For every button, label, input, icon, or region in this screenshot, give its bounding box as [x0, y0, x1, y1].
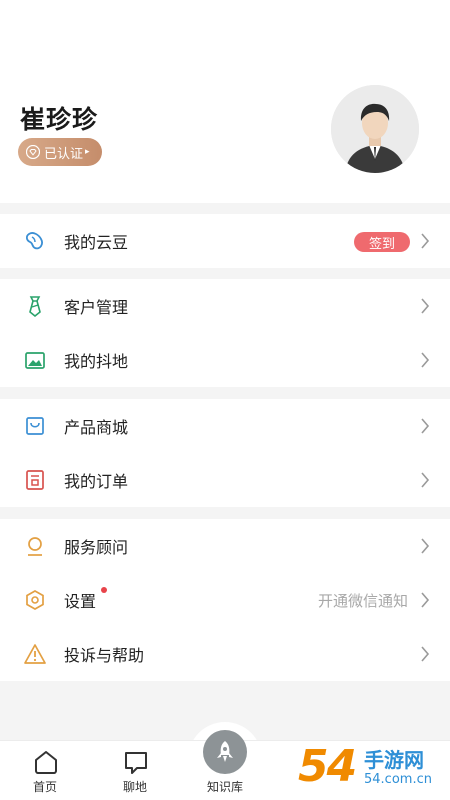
notification-dot: [101, 587, 107, 593]
menu-label-orders: 我的订单: [64, 472, 129, 491]
avatar[interactable]: [331, 85, 419, 173]
chevron-right-icon: [420, 537, 430, 555]
tab-home[interactable]: 首页: [15, 741, 75, 800]
warning-icon: [24, 643, 46, 665]
group-service: 服务顾问 设置 开通微信通知 投诉与帮助: [0, 519, 450, 681]
menu-item-shop[interactable]: 产品商城: [0, 399, 450, 453]
group-beans: 我的云豆 签到: [0, 214, 450, 268]
knowledge-base-button[interactable]: [203, 730, 247, 774]
bag-icon: [24, 415, 46, 437]
caret-right-icon: ▸: [85, 147, 90, 157]
bean-icon: [24, 230, 46, 252]
diamond-icon: [26, 145, 40, 159]
verified-label: 已认证: [44, 146, 84, 162]
watermark-number: 54: [298, 741, 357, 792]
tab-chat[interactable]: 聊地: [105, 741, 165, 800]
menu-label-help: 投诉与帮助: [64, 646, 145, 665]
chevron-right-icon: [420, 471, 430, 489]
site-watermark: 54 手游网 54.com.cn: [298, 742, 450, 800]
advisor-icon: [24, 535, 46, 557]
chevron-right-icon: [420, 645, 430, 663]
menu-item-customers[interactable]: 客户管理: [0, 279, 450, 333]
menu-label-customers: 客户管理: [64, 298, 129, 317]
watermark-brand: 手游网: [364, 748, 424, 772]
wechat-notify-hint[interactable]: 开通微信通知: [318, 590, 408, 611]
rocket-icon: [217, 741, 233, 762]
sign-in-button[interactable]: 签到: [354, 232, 410, 252]
menu-item-beans[interactable]: 我的云豆 签到: [0, 214, 450, 268]
menu-label-settings: 设置: [64, 592, 97, 611]
menu-item-help[interactable]: 投诉与帮助: [0, 627, 450, 681]
tab-chat-label: 聊地: [122, 780, 147, 794]
order-icon: [24, 469, 46, 491]
chevron-right-icon: [420, 297, 430, 315]
profile-header: 崔珍珍 已认证 ▸: [0, 0, 450, 203]
chevron-right-icon: [420, 417, 430, 435]
menu-item-douqi[interactable]: 我的抖地: [0, 333, 450, 387]
user-name: 崔珍珍: [20, 105, 99, 134]
menu-label-beans: 我的云豆: [64, 233, 129, 252]
tie-icon: [24, 295, 46, 317]
watermark-url: 54.com.cn: [364, 772, 432, 787]
menu-item-settings[interactable]: 设置 开通微信通知: [0, 573, 450, 627]
menu-label-shop: 产品商城: [64, 418, 129, 437]
menu-item-orders[interactable]: 我的订单: [0, 453, 450, 507]
chat-icon: [123, 749, 149, 775]
menu-label-douqi: 我的抖地: [64, 352, 129, 371]
home-icon: [33, 749, 59, 775]
chevron-right-icon: [420, 351, 430, 369]
chevron-right-icon: [420, 591, 430, 609]
image-icon: [24, 349, 46, 371]
group-customers: 客户管理 我的抖地: [0, 279, 450, 387]
menu-label-advisor: 服务顾问: [64, 538, 129, 557]
tab-home-label: 首页: [32, 780, 57, 794]
tab-kb-label: 知识库: [206, 780, 243, 794]
chevron-right-icon: [420, 232, 430, 250]
group-shop: 产品商城 我的订单: [0, 399, 450, 507]
menu-item-advisor[interactable]: 服务顾问: [0, 519, 450, 573]
verified-badge[interactable]: 已认证 ▸: [18, 138, 102, 166]
hex-gear-icon: [24, 589, 46, 611]
